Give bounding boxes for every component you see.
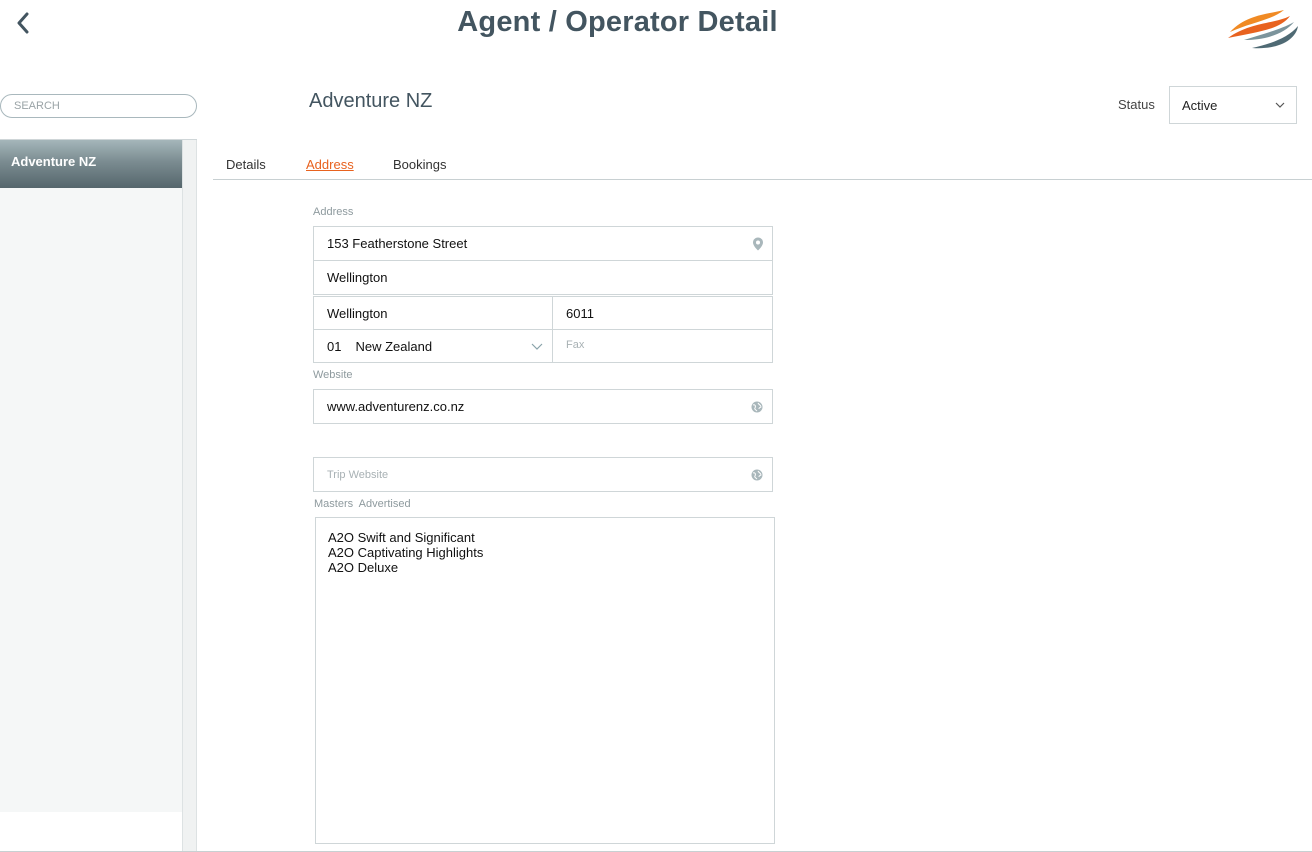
website-label: Website [313,369,353,381]
sidebar-item-label: Adventure NZ [11,154,97,169]
trip-website-field[interactable]: Trip Website [313,457,773,492]
website-field[interactable]: www.adventurenz.co.nz [313,389,773,424]
tab-details[interactable]: Details [226,157,266,172]
masters-advertised-label: Masters Advertised [314,498,411,510]
address-line1-field[interactable]: 153 Featherstone Street [313,226,773,261]
location-pin-icon [753,237,763,250]
status-value: Active [1182,97,1218,113]
website-value: www.adventurenz.co.nz [327,399,465,414]
trip-website-placeholder: Trip Website [327,468,389,481]
postcode-value: 6011 [566,305,594,321]
postcode-field[interactable]: 6011 [552,296,773,330]
address-line1-value: 153 Featherstone Street [327,236,468,251]
country-value: New Zealand [355,338,433,354]
status-label: Status [1118,97,1155,112]
entity-name: Adventure NZ [309,90,433,112]
country-code: 01 [327,338,342,354]
address-line2-field[interactable]: Wellington [313,260,773,295]
list-item: A2O Captivating Highlights [328,545,484,560]
globe-icon [751,469,763,480]
fax-placeholder: Fax [566,338,585,351]
country-select[interactable]: 01 New Zealand [313,329,553,363]
list-item: A2O Deluxe [328,560,399,575]
status-select[interactable]: Active [1169,86,1297,124]
page-title: Agent / Operator Detail [457,6,778,38]
tab-address[interactable]: Address [306,157,354,172]
sidebar-item-adventure-nz[interactable]: Adventure NZ [0,140,182,188]
chevron-down-icon [1275,102,1285,108]
masters-advertised-textarea[interactable]: A2O Swift and Significant A2O Captivatin… [315,517,775,844]
brand-logo [1222,4,1302,56]
search-input[interactable] [0,94,197,118]
tabs-divider [213,179,1312,180]
tab-bookings[interactable]: Bookings [393,157,446,172]
address-label: Address [313,206,354,218]
sidebar-scrollbar[interactable] [182,140,197,852]
list-item: A2O Swift and Significant [328,530,475,545]
fax-field[interactable]: Fax [552,329,773,363]
globe-icon [751,401,763,412]
address-line2-value: Wellington [327,270,388,285]
chevron-down-icon [531,343,543,350]
city-value: Wellington [327,305,388,321]
city-field[interactable]: Wellington [313,296,553,330]
sidebar-list [0,140,182,812]
